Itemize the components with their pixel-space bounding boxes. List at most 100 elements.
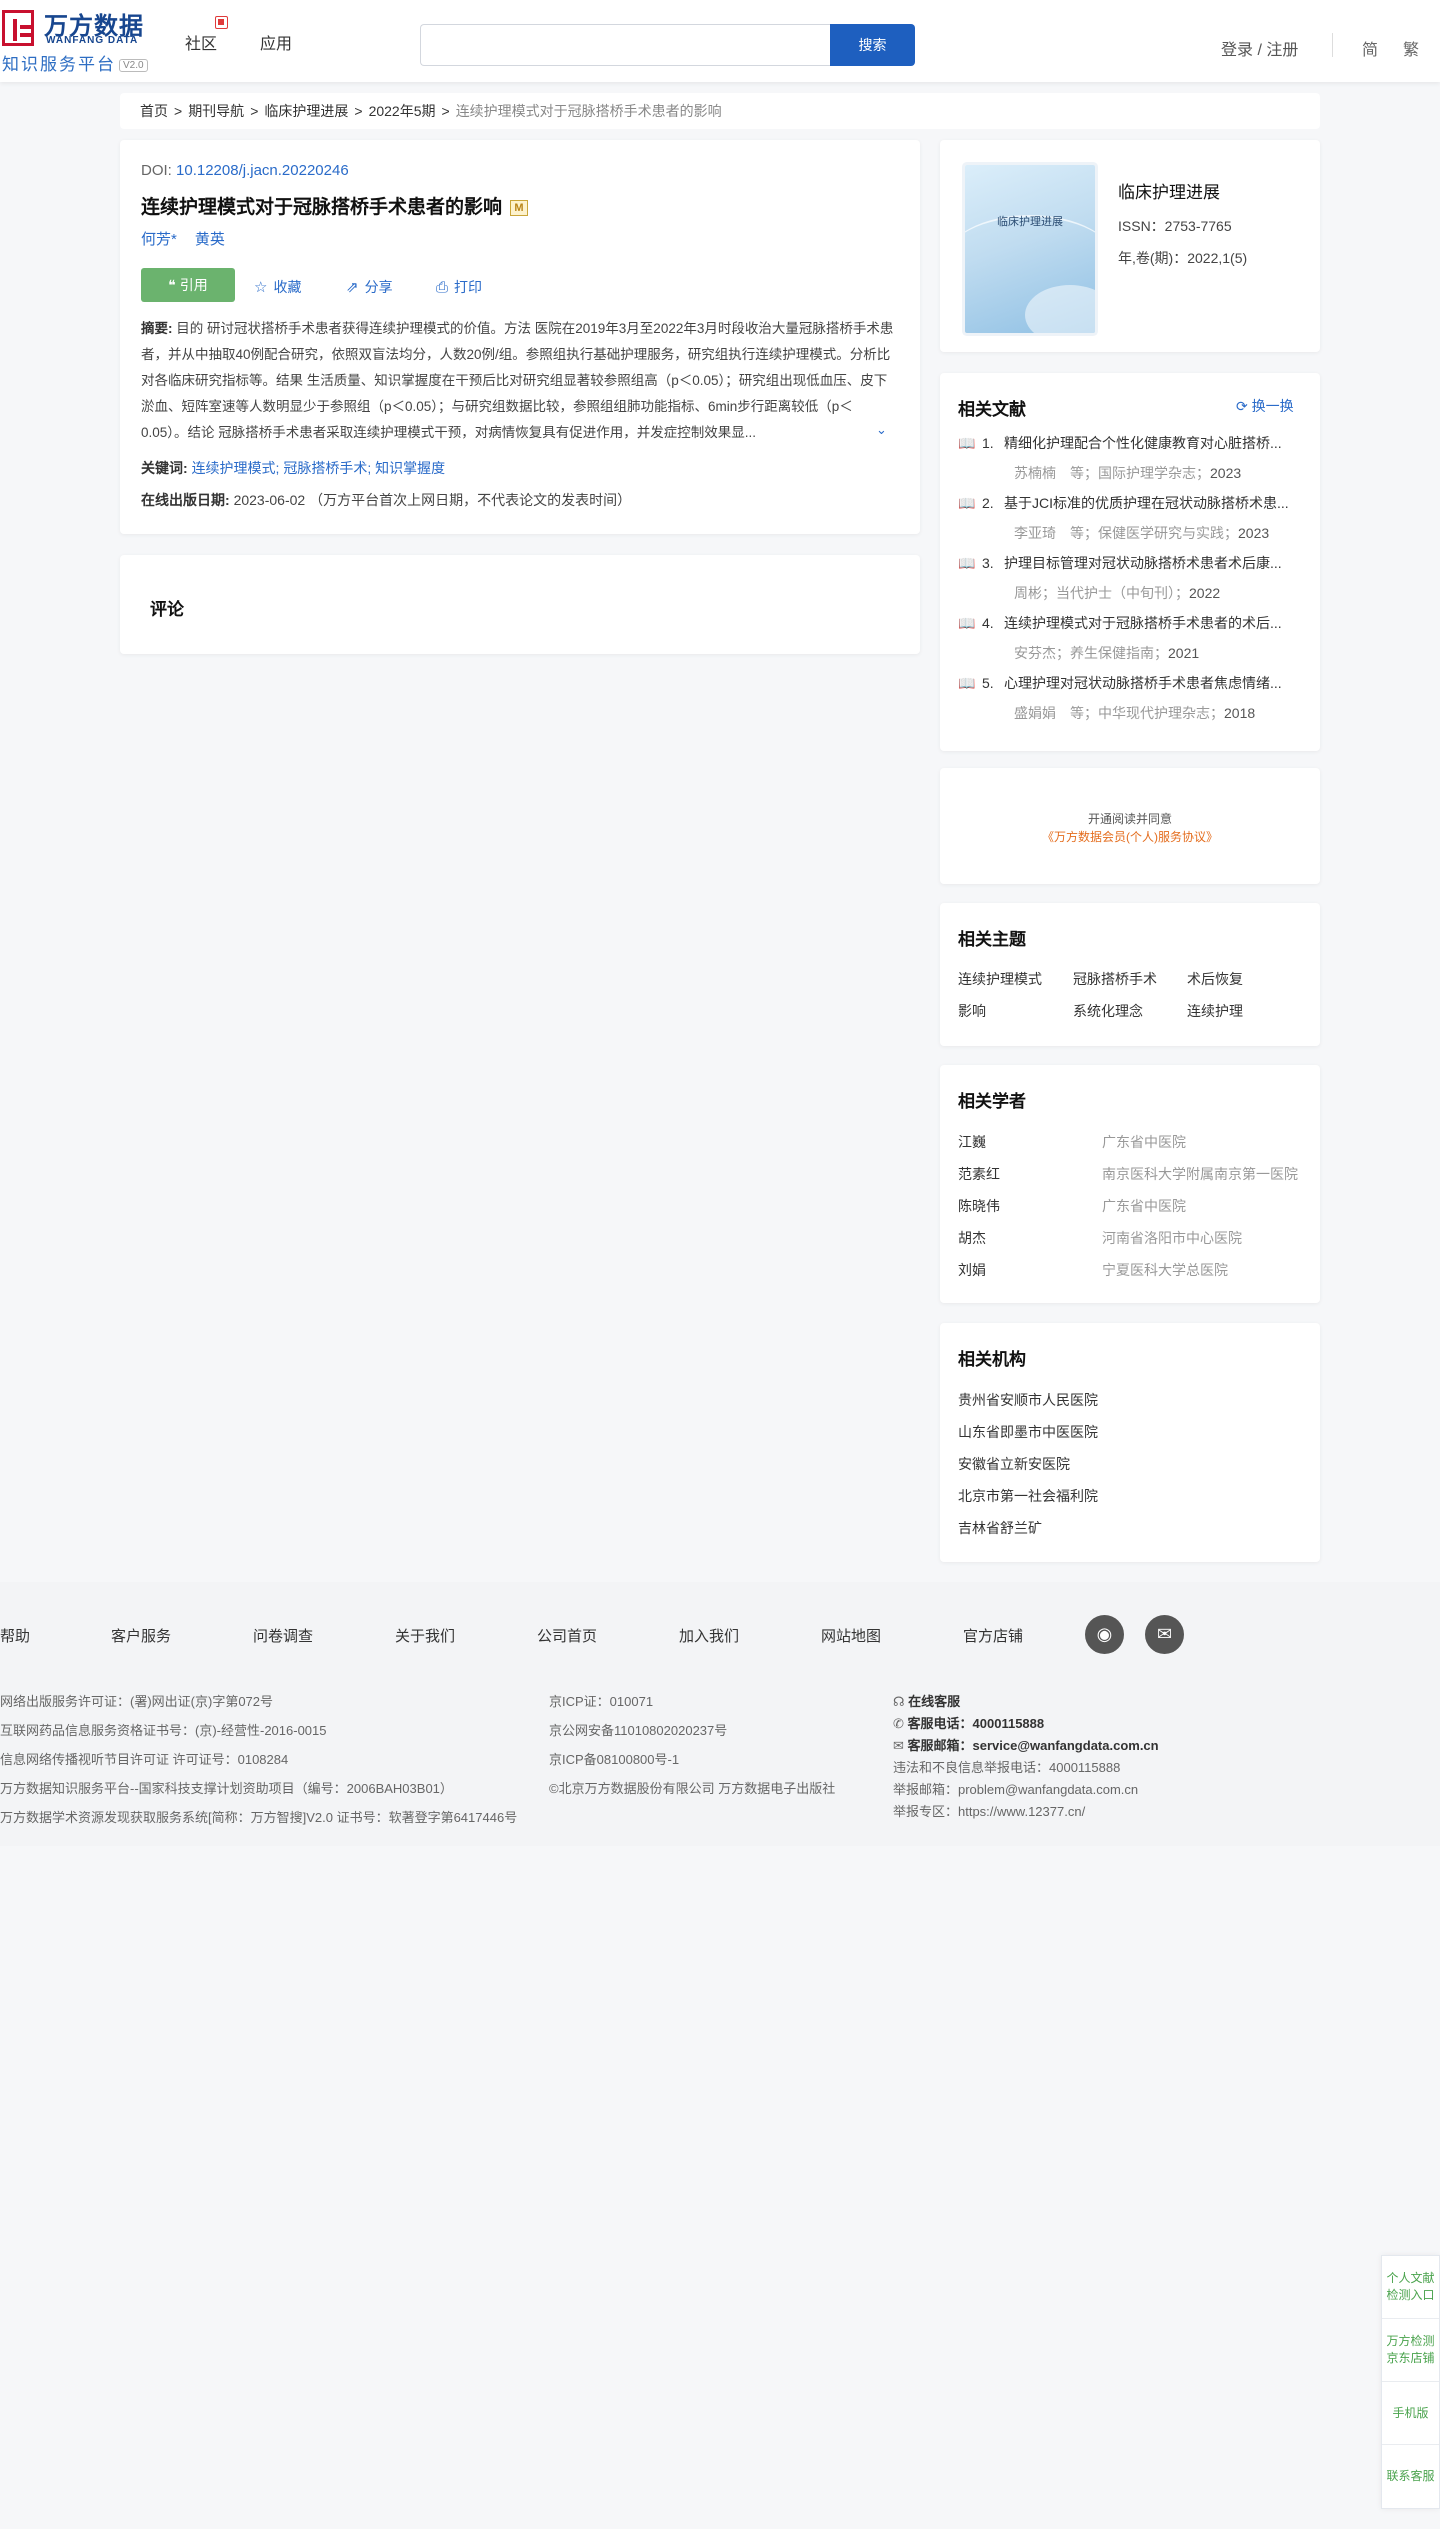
org-link[interactable]: 贵州省安顺市人民医院 [958,1390,1098,1410]
footer-link-store[interactable]: 官方店铺 [963,1625,1023,1646]
footer-link-survey[interactable]: 问卷调查 [253,1625,313,1646]
icp-info[interactable]: 京ICP备08100800号-1 [549,1749,679,1768]
license-info: 万方数据知识服务平台--国家科技支撑计划资助项目（编号：2006BAH03B01… [0,1781,453,1796]
related-scholars-card: 相关学者 江巍 广东省中医院 范素红 南京医科大学附属南京第一医院 陈晓伟 广东… [940,1065,1320,1303]
scholar-name[interactable]: 陈晓伟 [958,1196,1000,1216]
cite-button[interactable]: ❝ 引用 [141,268,235,302]
breadcrumb-journal-nav[interactable]: 期刊导航 [188,103,244,119]
search-button[interactable]: 搜索 [830,24,915,66]
scholar-name[interactable]: 范素红 [958,1164,1000,1184]
author-link[interactable]: 黄英 [195,231,225,248]
scholar-org[interactable]: 宁夏医科大学总医院 [1102,1260,1228,1280]
refresh-icon: ⟳ [1236,398,1252,414]
topic-link[interactable]: 术后恢复 [1187,969,1243,989]
comment-title: 评论 [150,600,184,619]
org-link[interactable]: 北京市第一社会福利院 [958,1486,1098,1506]
journal-year-volume: 年,卷(期)：2022,1(5) [1118,250,1248,266]
related-doc-item[interactable]: 📖 5. 心理护理对冠状动脉搭桥手术患者焦虑情绪... 盛娟娟 等；中华现代护理杂志… [958,673,1308,723]
related-doc-item[interactable]: 📖 1. 精细化护理配合个性化健康教育对心脏搭桥... 苏楠楠 等；国际护理学杂志；… [958,433,1308,483]
scholar-org[interactable]: 广东省中医院 [1102,1196,1186,1216]
related-doc-title[interactable]: 连续护理模式对于冠脉搭桥手术患者的术后... [1004,615,1282,631]
related-doc-item[interactable]: 📖 3. 护理目标管理对冠状动脉搭桥术患者术后康... 周彬；当代护士（中旬刊）；2… [958,553,1308,603]
lang-traditional[interactable]: 繁 [1403,36,1419,60]
service-email: ✉ 客服邮箱：service@wanfangdata.com.cn [893,1738,1159,1753]
related-doc-title[interactable]: 基于JCI标准的优质护理在冠状动脉搭桥术患... [1004,495,1289,511]
journal-name[interactable]: 临床护理进展 [1118,178,1220,203]
lang-simplified[interactable]: 简 [1362,36,1378,60]
logo-mark-icon [2,10,34,46]
side-item-jd-store[interactable]: 万方检测京东店铺 [1382,2319,1439,2382]
scholar-org[interactable]: 广东省中医院 [1102,1132,1186,1152]
org-link[interactable]: 安徽省立新安医院 [958,1454,1070,1474]
related-doc-item[interactable]: 📖 4. 连续护理模式对于冠脉搭桥手术患者的术后... 安芬杰；养生保健指南；202… [958,613,1308,663]
favorite-button[interactable]: ☆ 收藏 [254,277,301,297]
logo[interactable]: 万方数据 WANFANG DATA 知识服务平台 V2.0 [0,6,155,74]
topic-link[interactable]: 影响 [958,1001,986,1021]
header-divider [1332,33,1333,57]
footer-link-about[interactable]: 关于我们 [395,1625,455,1646]
side-item-personal-check[interactable]: 个人文献检测入口 [1382,2256,1439,2319]
breadcrumb-issue[interactable]: 2022年5期 [369,103,436,119]
doi-link[interactable]: 10.12208/j.jacn.20220246 [176,162,349,179]
topic-link[interactable]: 冠脉搭桥手术 [1073,969,1157,989]
footer-link-customer-service[interactable]: 客户服务 [111,1625,171,1646]
report-phone: 违法和不良信息举报电话：4000115888 [893,1760,1121,1775]
scholar-name[interactable]: 刘娟 [958,1260,986,1280]
keywords: 关键词: 连续护理模式; 冠脉搭桥手术; 知识掌握度 [141,460,446,476]
footer-link-sitemap[interactable]: 网站地图 [821,1625,881,1646]
related-doc-title[interactable]: 精细化护理配合个性化健康教育对心脏搭桥... [1004,435,1282,451]
related-doc-item[interactable]: 📖 2. 基于JCI标准的优质护理在冠状动脉搭桥术患... 李亚琦 等；保健医学研究… [958,493,1308,543]
topic-link[interactable]: 连续护理模式 [958,969,1042,989]
footer-link-help[interactable]: 帮助 [0,1625,30,1646]
author-link[interactable]: 何芳* [141,231,177,248]
m-badge-icon[interactable]: M [510,200,529,216]
headset-icon: ☊ [893,1694,909,1709]
related-topics-title: 相关主题 [958,930,1026,949]
search-input[interactable] [420,24,830,66]
scholar-org[interactable]: 河南省洛阳市中心医院 [1102,1228,1242,1248]
article-card: DOI: 10.12208/j.jacn.20220246 连续护理模式对于冠脉… [120,140,920,534]
service-phone: ✆ 客服电话：4000115888 [893,1716,1045,1731]
related-doc-title[interactable]: 护理目标管理对冠状动脉搭桥术患者术后康... [1004,555,1282,571]
footer-link-company[interactable]: 公司首页 [537,1625,597,1646]
keyword-links[interactable]: 连续护理模式; 冠脉搭桥手术; 知识掌握度 [192,460,446,476]
topic-link[interactable]: 系统化理念 [1073,1001,1143,1021]
refresh-button[interactable]: ⟳ 换一换 [1236,396,1294,416]
phone-icon: ✆ [893,1716,908,1731]
topic-link[interactable]: 连续护理 [1187,1001,1243,1021]
journal-cover[interactable]: 临床护理进展 [965,165,1095,333]
star-icon: ☆ [254,279,268,296]
weibo-icon[interactable]: ◉ [1085,1615,1124,1654]
book-icon: 📖 [958,495,976,511]
publish-date: 在线出版日期: 2023-06-02 （万方平台首次上网日期，不代表论文的发表时… [141,492,632,508]
expand-abstract-chevron-icon[interactable]: ⌄ [876,422,887,438]
online-service-link[interactable]: ☊ 在线客服 [893,1691,960,1710]
nav-apps[interactable]: 应用 [260,30,292,54]
book-icon: 📖 [958,435,976,451]
org-link[interactable]: 吉林省舒兰矿 [958,1518,1042,1538]
org-link[interactable]: 山东省即墨市中医医院 [958,1422,1098,1442]
abstract-label: 摘要: [141,321,173,336]
nav-community[interactable]: 社区 [185,16,228,54]
related-doc-title[interactable]: 心理护理对冠状动脉搭桥手术患者焦虑情绪... [1004,675,1282,691]
breadcrumb-home[interactable]: 首页 [140,103,168,119]
footer-link-join[interactable]: 加入我们 [679,1625,739,1646]
journal-issn: ISSN：2753-7765 [1118,218,1232,234]
floating-sidebar: 个人文献检测入口 万方检测京东店铺 手机版 联系客服 [1381,2255,1440,2509]
wechat-icon[interactable]: ✉ [1145,1615,1184,1654]
scholar-org[interactable]: 南京医科大学附属南京第一医院 [1102,1164,1298,1184]
icp-info[interactable]: 京ICP证：010071 [549,1691,653,1710]
side-item-mobile[interactable]: 手机版 [1382,2382,1439,2445]
login-register-link[interactable]: 登录 / 注册 [1221,36,1298,60]
icp-info[interactable]: 京公网安备11010802020237号 [549,1720,727,1739]
service-agreement-link[interactable]: 《万方数据会员(个人)服务协议》 [940,828,1320,845]
side-item-contact[interactable]: 联系客服 [1382,2445,1439,2508]
breadcrumb-journal[interactable]: 临床护理进展 [264,103,348,119]
scholar-name[interactable]: 江巍 [958,1132,986,1152]
license-info: 互联网药品信息服务资格证书号：(京)-经营性-2016-0015 [0,1723,327,1738]
report-site-link[interactable]: 举报专区：https://www.12377.cn/ [893,1801,1085,1820]
new-badge-icon [215,16,228,29]
print-button[interactable]: ⎙ 打印 [436,277,482,297]
share-button[interactable]: ⇗ 分享 [346,277,393,297]
scholar-name[interactable]: 胡杰 [958,1228,986,1248]
